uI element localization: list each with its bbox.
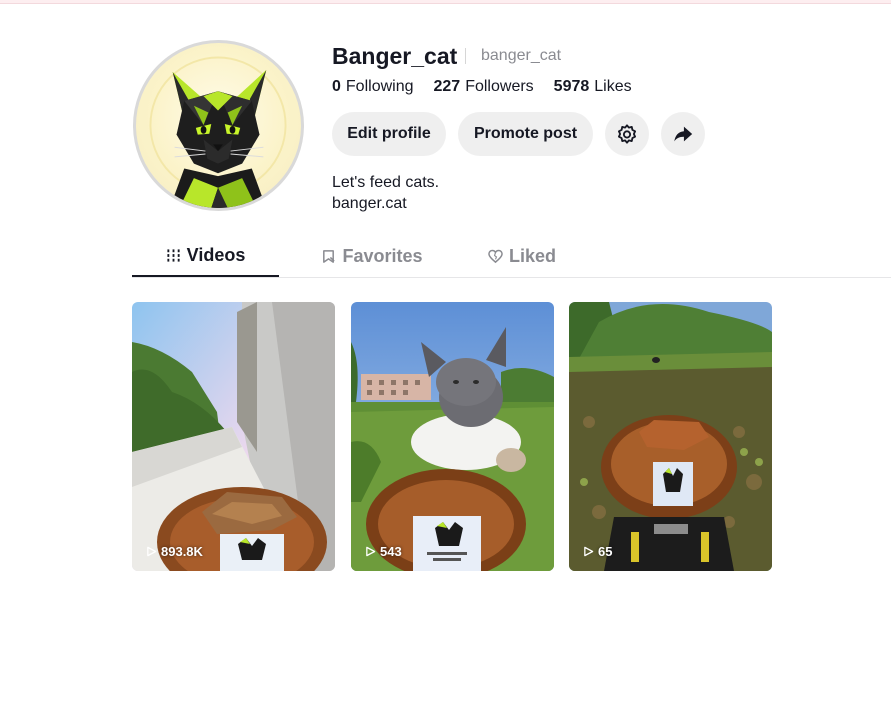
tab-favorites-label: Favorites — [342, 246, 423, 266]
promote-post-button[interactable]: Promote post — [458, 112, 593, 156]
view-count-text: 543 — [380, 544, 402, 559]
heart-icon — [488, 249, 503, 264]
following-count: 0 — [332, 78, 341, 95]
following-label: Following — [345, 78, 414, 95]
top-accent-line — [0, 0, 891, 4]
followers-stat[interactable]: 227 Followers — [434, 78, 534, 96]
video-card[interactable]: 893.8K — [132, 302, 335, 571]
share-arrow-icon — [674, 126, 693, 142]
cat-avatar-image — [149, 56, 287, 208]
tab-favorites[interactable]: Favorites — [292, 236, 452, 277]
likes-stat: 5978 Likes — [554, 78, 632, 96]
profile-handle: banger_cat — [481, 47, 562, 64]
video-thumbnail — [132, 302, 335, 571]
followers-count: 227 — [433, 78, 461, 95]
profile-username: Banger_cat — [332, 43, 458, 69]
edit-profile-button[interactable]: Edit profile — [332, 112, 446, 156]
tab-liked-label: Liked — [508, 246, 556, 266]
view-count: 65 — [583, 544, 612, 559]
settings-button[interactable] — [605, 112, 649, 156]
video-thumbnail — [351, 302, 554, 571]
view-count-text: 893.8K — [161, 544, 203, 559]
video-thumbnail — [569, 302, 772, 571]
bio-text: Let's feed cats. — [332, 174, 440, 191]
play-icon — [147, 546, 157, 557]
tab-liked[interactable]: Liked — [452, 236, 592, 277]
following-stat[interactable]: 0 Following — [332, 78, 414, 96]
video-card[interactable]: 543 — [351, 302, 554, 571]
name-divider — [465, 48, 466, 64]
profile-avatar[interactable] — [133, 40, 304, 211]
share-button[interactable] — [661, 112, 705, 156]
bookmark-icon — [323, 250, 336, 263]
profile-bio: Let's feed cats. banger.cat — [332, 172, 439, 214]
play-icon — [584, 546, 594, 557]
tab-videos[interactable]: Videos — [132, 236, 279, 277]
tab-videos-label: Videos — [186, 245, 246, 265]
view-count: 893.8K — [146, 544, 203, 559]
view-count: 543 — [365, 544, 402, 559]
bio-link[interactable]: banger.cat — [332, 193, 439, 214]
view-count-text: 65 — [598, 544, 613, 559]
gear-icon — [618, 124, 636, 144]
video-card[interactable]: 65 — [569, 302, 772, 571]
profile-tabs: Videos Favorites Liked — [132, 236, 891, 278]
likes-label: Likes — [594, 78, 632, 95]
likes-count: 5978 — [553, 78, 590, 95]
profile-stats: 0 Following 227 Followers 5978 Likes — [332, 78, 632, 96]
followers-label: Followers — [465, 78, 534, 95]
play-icon — [366, 546, 376, 557]
grid-bars-icon — [167, 249, 180, 262]
